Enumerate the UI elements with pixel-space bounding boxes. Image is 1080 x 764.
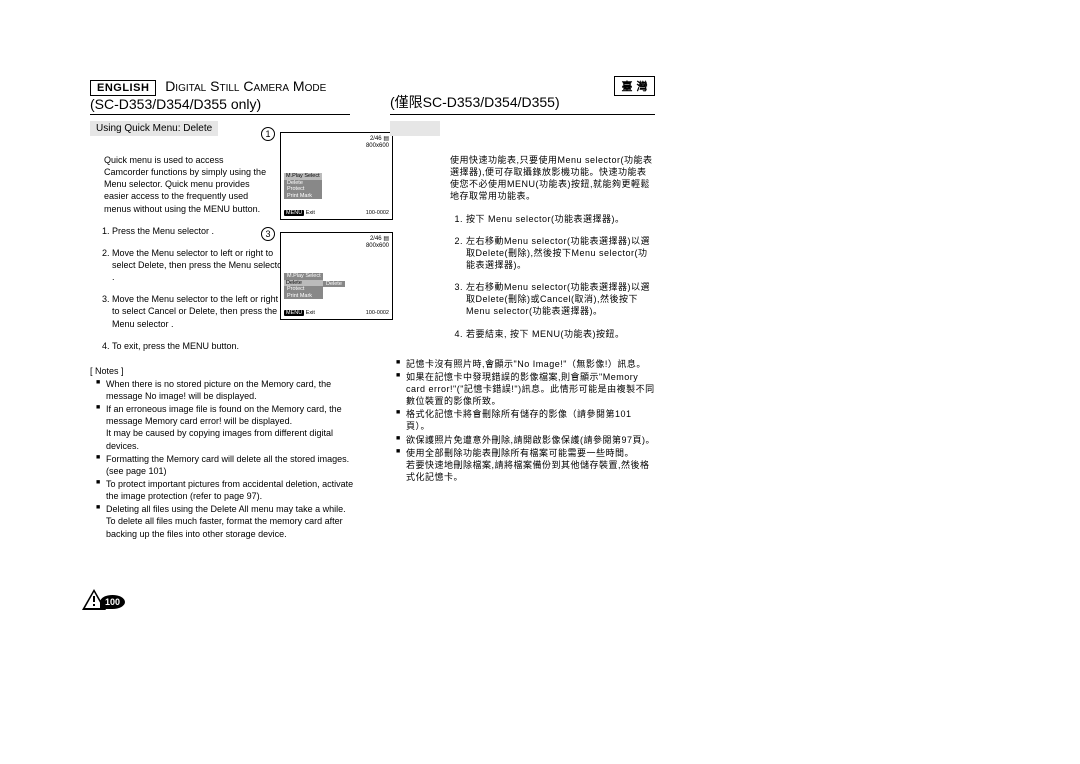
r-note-2: 如果在記憶卡中發現錯誤的影像檔案,則會顯示"Memory card error!… bbox=[396, 371, 655, 407]
steps-list-right: 按下 Menu selector(功能表選擇器)。 左右移動Menu selec… bbox=[466, 213, 655, 340]
figure-number-1: 1 bbox=[261, 127, 275, 141]
r-step-1: 按下 Menu selector(功能表選擇器)。 bbox=[466, 213, 655, 225]
notes-list-right: 記憶卡沒有照片時,會顯示"No Image!"（無影像!）訊息。 如果在記憶卡中… bbox=[396, 358, 655, 483]
r-step-2: 左右移動Menu selector(功能表選擇器)以選取Delete(刪除),然… bbox=[466, 235, 655, 271]
steps-list: Press the Menu selector . Move the Menu … bbox=[112, 225, 287, 352]
section-heading: Using Quick Menu: Delete bbox=[90, 121, 218, 136]
left-title: Digital Still Camera Mode bbox=[165, 78, 326, 94]
r-step-3: 左右移動Menu selector(功能表選擇器)以選取Delete(刪除)或C… bbox=[466, 281, 655, 317]
note-4: To protect important pictures from accid… bbox=[96, 478, 366, 502]
step-4: To exit, press the MENU button. bbox=[112, 340, 287, 352]
step-2: Move the Menu selector to left or right … bbox=[112, 247, 287, 283]
note-1: When there is no stored picture on the M… bbox=[96, 378, 366, 402]
manual-page: ENGLISH Digital Still Camera Mode (SC-D3… bbox=[90, 78, 990, 618]
note-3: Formatting the Memory card will delete a… bbox=[96, 453, 366, 477]
r-step-4: 若要結束, 按下 MENU(功能表)按鈕。 bbox=[466, 328, 655, 340]
language-badge-zh: 臺 灣 bbox=[614, 76, 655, 96]
language-badge-english: ENGLISH bbox=[90, 80, 156, 96]
right-column: 臺 灣 (僅限SC-D353/D354/D355) 使用快速功能表,只要使用Me… bbox=[390, 78, 655, 484]
right-title: (僅限SC-D353/D354/D355) bbox=[390, 94, 560, 110]
r-note-3: 格式化記憶卡將會刪除所有儲存的影像（請參閱第101頁）。 bbox=[396, 408, 655, 432]
divider bbox=[90, 114, 350, 115]
divider-right bbox=[390, 114, 655, 115]
note-2: If an erroneous image file is found on t… bbox=[96, 403, 366, 452]
left-subtitle: (SC-D353/D354/D355 only) bbox=[90, 96, 261, 112]
r-note-5: 使用全部刪除功能表刪除所有檔案可能需要一些時間。 若要快速地刪除檔案,請將檔案備… bbox=[396, 447, 655, 483]
page-number: 100 bbox=[100, 595, 125, 609]
notes-heading: [ Notes ] bbox=[90, 366, 350, 376]
section-heading-right bbox=[390, 121, 440, 136]
r-note-1: 記憶卡沒有照片時,會顯示"No Image!"（無影像!）訊息。 bbox=[396, 358, 655, 370]
figure-number-3: 3 bbox=[261, 227, 275, 241]
figure-1: 1 2/46 ▤ 800x600 M.Play Select Delete Pr… bbox=[280, 132, 393, 220]
figure-3: 3 2/46 ▤ 800x600 M.Play Select Delete Pr… bbox=[280, 232, 393, 320]
r-note-4: 欲保護照片免遭意外刪除,請開啟影像保護(請參閱第97頁)。 bbox=[396, 434, 655, 446]
notes-list: When there is no stored picture on the M… bbox=[96, 378, 366, 540]
lcd-figures: 1 2/46 ▤ 800x600 M.Play Select Delete Pr… bbox=[280, 132, 405, 332]
intro-text: Quick menu is used to access Camcorder f… bbox=[104, 154, 269, 215]
step-3: Move the Menu selector to the left or ri… bbox=[112, 293, 287, 329]
note-5: Deleting all files using the Delete All … bbox=[96, 503, 366, 539]
intro-text-right: 使用快速功能表,只要使用Menu selector(功能表選擇器),便可存取攝錄… bbox=[450, 154, 655, 203]
